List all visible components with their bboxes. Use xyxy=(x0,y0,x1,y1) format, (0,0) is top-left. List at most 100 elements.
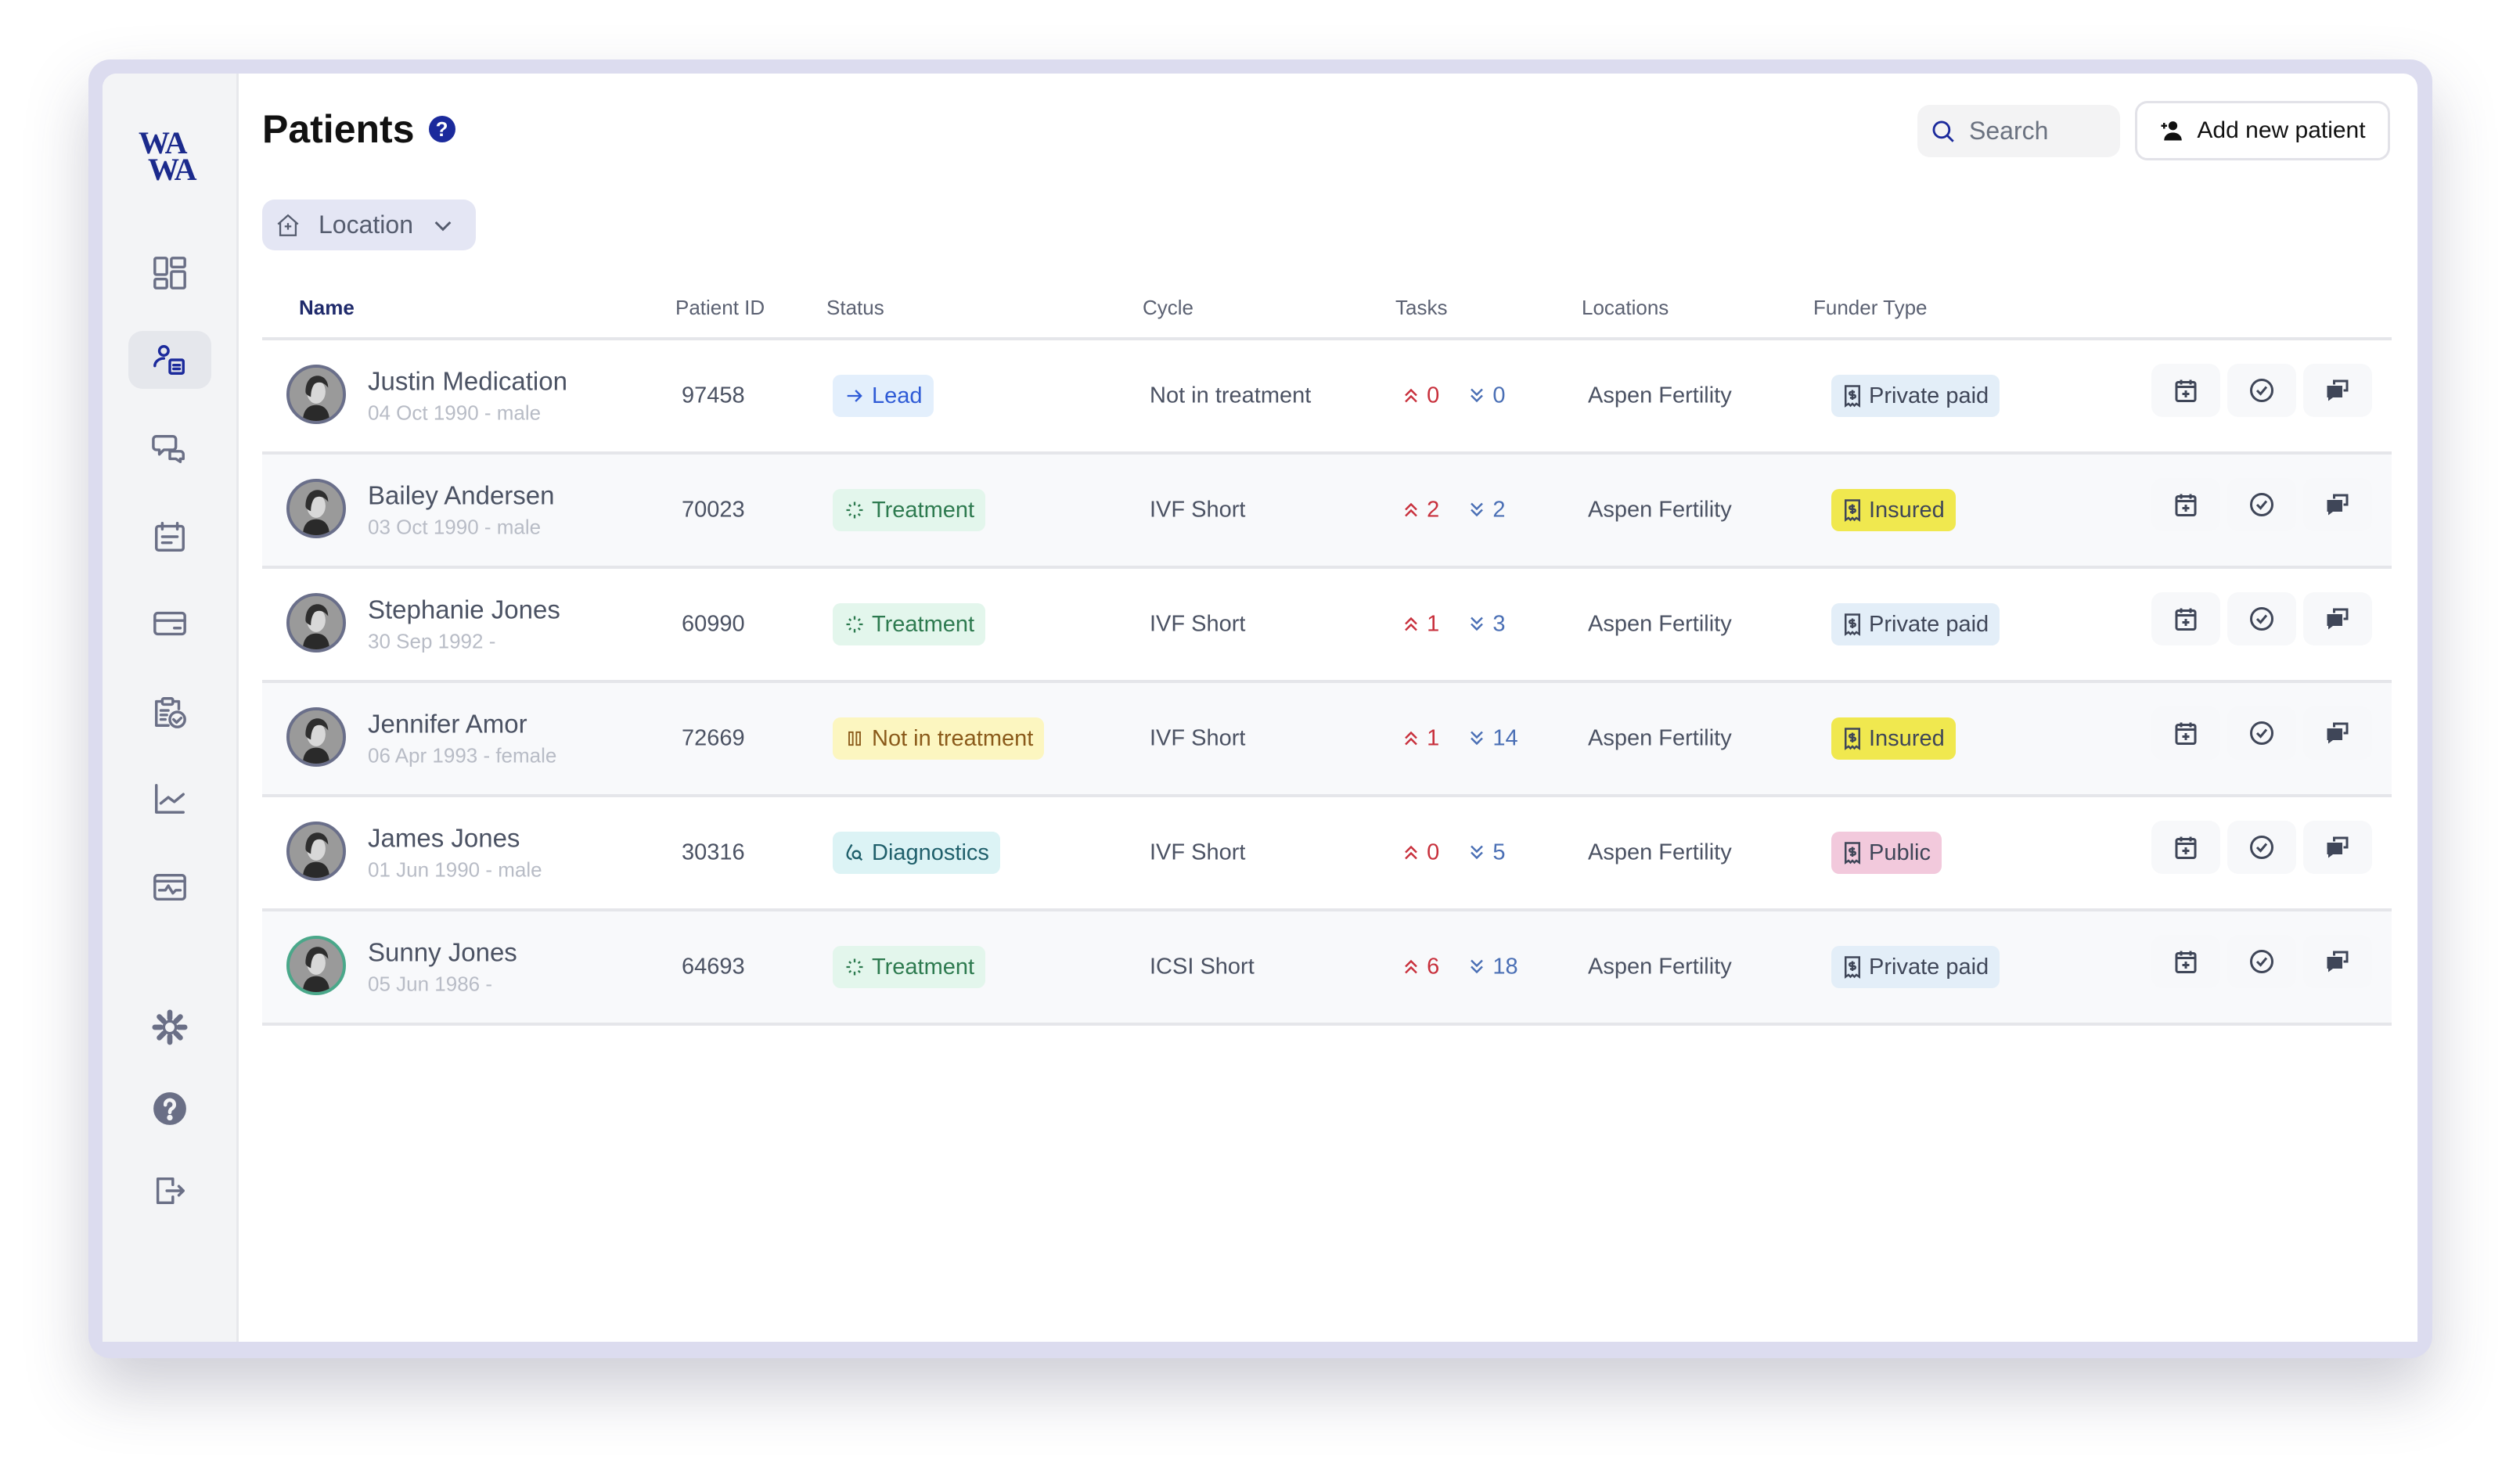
message-button[interactable] xyxy=(2303,478,2372,531)
sidebar-item-tasks[interactable] xyxy=(128,683,211,741)
message-button[interactable] xyxy=(2303,364,2372,417)
column-header-patient-id[interactable]: Patient ID xyxy=(675,296,765,320)
avatar[interactable] xyxy=(286,821,346,881)
avatar[interactable] xyxy=(286,707,346,767)
location-filter[interactable]: Location xyxy=(262,200,476,250)
sidebar-item-settings[interactable] xyxy=(128,998,211,1056)
help-icon[interactable]: ? xyxy=(428,116,455,142)
column-header-locations[interactable]: Locations xyxy=(1582,296,1669,320)
tasks-overdue[interactable]: 2 xyxy=(1402,498,1445,523)
tasks-overdue-count: 1 xyxy=(1427,725,1440,751)
tasks-upcoming[interactable]: 3 xyxy=(1467,612,1505,637)
tasks-overdue[interactable]: 1 xyxy=(1402,726,1445,751)
tasks-overdue[interactable]: 6 xyxy=(1402,955,1445,980)
sidebar-item-messages[interactable] xyxy=(128,419,211,477)
column-header-name[interactable]: Name xyxy=(299,296,355,320)
cycle: IVF Short xyxy=(1150,497,1246,523)
add-appointment-button[interactable] xyxy=(2151,364,2220,417)
calendar-add-icon xyxy=(2175,951,2197,973)
tasks-upcoming-count: 0 xyxy=(1492,383,1506,408)
complete-task-button[interactable] xyxy=(2227,706,2296,760)
tasks-upcoming[interactable]: 14 xyxy=(1467,726,1518,751)
patient-name[interactable]: Sunny Jones xyxy=(368,938,517,968)
sidebar-item-help[interactable] xyxy=(128,1080,211,1138)
avatar[interactable] xyxy=(286,365,346,424)
table-row[interactable]: Bailey Andersen 03 Oct 1990 - male 70023… xyxy=(262,455,2392,569)
chat-bubbles-icon xyxy=(2327,722,2349,744)
table-row[interactable]: Stephanie Jones 30 Sep 1992 - 60990 Trea… xyxy=(262,569,2392,683)
patient-name[interactable]: Justin Medication xyxy=(368,367,567,397)
patient-name[interactable]: James Jones xyxy=(368,824,542,854)
patient-name-cell: James Jones 01 Jun 1990 - male xyxy=(368,824,542,883)
avatar[interactable] xyxy=(286,479,346,538)
patient-id: 97458 xyxy=(682,383,745,408)
patient-name-cell: Sunny Jones 05 Jun 1986 - xyxy=(368,938,517,997)
add-appointment-button[interactable] xyxy=(2151,592,2220,645)
message-button[interactable] xyxy=(2303,592,2372,645)
table-row[interactable]: James Jones 01 Jun 1990 - male 30316 Dia… xyxy=(262,797,2392,911)
complete-task-button[interactable] xyxy=(2227,592,2296,645)
column-header-cycle[interactable]: Cycle xyxy=(1143,296,1193,320)
double-chevron-up-icon xyxy=(1405,959,1417,974)
status-badge: Diagnostics xyxy=(833,832,1000,874)
column-header-funder-type[interactable]: Funder Type xyxy=(1813,296,1928,320)
sidebar-item-monitoring[interactable] xyxy=(128,858,211,916)
status-diagnostics-icon xyxy=(846,843,863,861)
add-new-patient-button[interactable]: Add new patient xyxy=(2135,101,2390,160)
status-label: Treatment xyxy=(872,497,975,523)
patient-name[interactable]: Stephanie Jones xyxy=(368,595,560,625)
table-row[interactable]: Justin Medication 04 Oct 1990 - male 974… xyxy=(262,340,2392,455)
complete-task-button[interactable] xyxy=(2227,821,2296,874)
sidebar-item-billing[interactable] xyxy=(128,595,211,653)
patient-name[interactable]: Jennifer Amor xyxy=(368,710,556,739)
patient-name-cell: Bailey Andersen 03 Oct 1990 - male xyxy=(368,481,555,540)
tasks-upcoming-count: 5 xyxy=(1492,839,1506,865)
add-appointment-button[interactable] xyxy=(2151,706,2220,760)
chat-bubbles-icon xyxy=(2327,608,2349,630)
double-chevron-up-icon xyxy=(1405,617,1417,631)
message-button[interactable] xyxy=(2303,821,2372,874)
message-button[interactable] xyxy=(2303,935,2372,988)
funder-label: Public xyxy=(1869,839,1931,865)
sidebar-item-calendar[interactable] xyxy=(128,508,211,566)
sidebar-item-dashboard[interactable] xyxy=(128,244,211,302)
complete-task-button[interactable] xyxy=(2227,364,2296,417)
sidebar-item-logout[interactable] xyxy=(128,1162,211,1220)
search-input[interactable]: Search xyxy=(1917,105,2120,157)
add-appointment-button[interactable] xyxy=(2151,935,2220,988)
check-circle-icon xyxy=(2250,493,2273,516)
add-appointment-button[interactable] xyxy=(2151,478,2220,531)
complete-task-button[interactable] xyxy=(2227,478,2296,531)
patient-name[interactable]: Bailey Andersen xyxy=(368,481,555,511)
cycle: IVF Short xyxy=(1150,839,1246,865)
cycle: Not in treatment xyxy=(1150,383,1312,408)
avatar[interactable] xyxy=(286,936,346,995)
sidebar-item-patients[interactable] xyxy=(128,331,211,389)
table-row[interactable]: Sunny Jones 05 Jun 1986 - 64693 Treatmen… xyxy=(262,911,2392,1026)
tasks-overdue[interactable]: 0 xyxy=(1402,383,1445,408)
patient-dob-sex: 30 Sep 1992 - xyxy=(368,629,496,653)
tasks-overdue[interactable]: 0 xyxy=(1402,840,1445,865)
tasks-upcoming[interactable]: 18 xyxy=(1467,955,1518,980)
complete-task-button[interactable] xyxy=(2227,935,2296,988)
funder-badge: Private paid xyxy=(1831,603,2000,645)
double-chevron-down-icon xyxy=(1471,959,1484,974)
message-button[interactable] xyxy=(2303,706,2372,760)
location: Aspen Fertility xyxy=(1588,725,1732,751)
double-chevron-down-icon xyxy=(1471,845,1484,860)
tasks-upcoming[interactable]: 2 xyxy=(1467,498,1505,523)
tasks-upcoming[interactable]: 0 xyxy=(1467,383,1505,408)
page-title: Patients ? xyxy=(262,106,455,152)
column-header-tasks[interactable]: Tasks xyxy=(1395,296,1447,320)
double-chevron-up-icon xyxy=(1405,845,1417,860)
sidebar-item-analytics[interactable] xyxy=(128,770,211,828)
add-appointment-button[interactable] xyxy=(2151,821,2220,874)
add-user-icon xyxy=(2161,121,2183,141)
tasks-overdue[interactable]: 1 xyxy=(1402,612,1445,637)
avatar[interactable] xyxy=(286,593,346,653)
tasks-upcoming[interactable]: 5 xyxy=(1467,840,1505,865)
double-chevron-up-icon xyxy=(1405,731,1417,746)
table-row[interactable]: Jennifer Amor 06 Apr 1993 - female 72669… xyxy=(262,683,2392,797)
search-icon xyxy=(1932,120,1954,142)
column-header-status[interactable]: Status xyxy=(826,296,884,320)
